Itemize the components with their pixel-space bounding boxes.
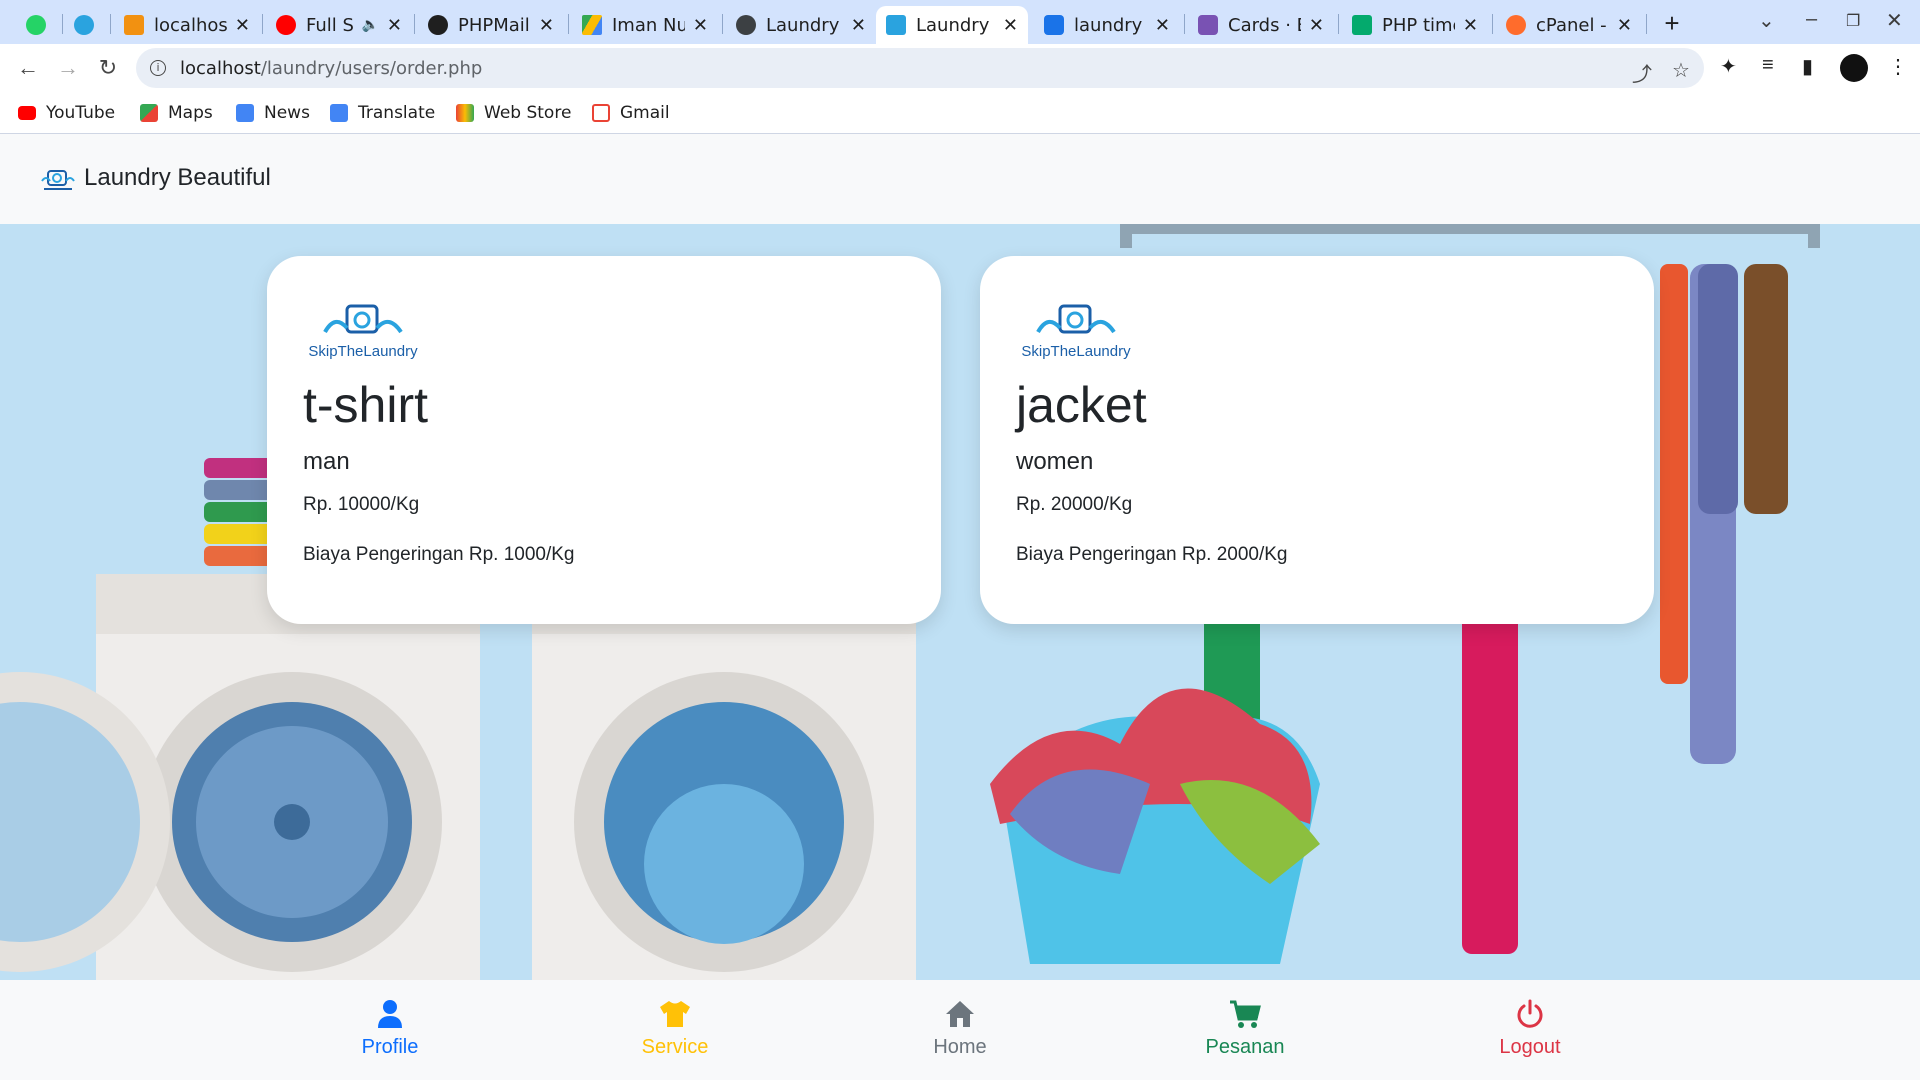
tab-youtube[interactable]: Full S 🔈 ✕: [266, 6, 412, 44]
browser-tab-strip: localhost ✕ Full S 🔈 ✕ PHPMail ✕ Iman Nu…: [0, 0, 1920, 44]
card-subtitle: women: [1016, 448, 1094, 475]
audio-icon[interactable]: 🔈: [361, 17, 378, 33]
tab-php-time[interactable]: PHP time ✕: [1342, 6, 1488, 44]
restore-icon[interactable]: ❐: [1846, 11, 1860, 31]
tab-laundry-1[interactable]: Laundry ✕: [726, 6, 876, 44]
bookmark-web-store[interactable]: Web Store: [456, 100, 571, 126]
close-icon[interactable]: ✕: [1155, 15, 1170, 36]
telegram-icon: [74, 15, 94, 35]
tab-localhost[interactable]: localhost ✕: [114, 6, 260, 44]
bookmark-youtube[interactable]: YouTube: [18, 100, 115, 126]
bookmark-gmail[interactable]: Gmail: [592, 100, 670, 126]
reading-list-icon[interactable]: ≡: [1762, 54, 1774, 77]
laundry-hero-background: SkipTheLaundry t-shirt man Rp. 10000/Kg …: [0, 224, 1920, 980]
bottom-navigation: Profile Service Home Pesanan Logout: [0, 980, 1920, 1080]
bootstrap-icon: [1198, 15, 1218, 35]
nav-service[interactable]: Service: [595, 998, 755, 1059]
card-title: t-shirt: [303, 377, 428, 433]
skipthelaundry-logo-icon: SkipTheLaundry: [1021, 304, 1131, 360]
nav-profile[interactable]: Profile: [310, 998, 470, 1059]
card-price: Rp. 20000/Kg: [1016, 494, 1133, 515]
tshirt-icon: [660, 1001, 690, 1027]
google-drive-icon: [582, 15, 602, 35]
brand-name[interactable]: Laundry Beautiful: [84, 164, 271, 192]
close-icon[interactable]: ✕: [539, 15, 554, 36]
close-icon[interactable]: ✕: [1617, 15, 1632, 36]
address-bar[interactable]: i localhost/laundry/users/order.php ⤴ ☆: [136, 48, 1704, 88]
web-store-icon: [456, 104, 474, 122]
extensions-icon[interactable]: ✦: [1720, 54, 1737, 79]
gmail-icon: [592, 104, 610, 122]
youtube-icon: [276, 15, 296, 35]
share-icon: [1044, 15, 1064, 35]
card-drying-cost: Biaya Pengeringan Rp. 1000/Kg: [303, 544, 575, 565]
w3schools-icon: [1352, 15, 1372, 35]
service-card[interactable]: SkipTheLaundry jacket women Rp. 20000/Kg…: [980, 256, 1654, 624]
close-icon[interactable]: ✕: [235, 15, 250, 36]
nav-pesanan[interactable]: Pesanan: [1165, 998, 1325, 1059]
bookmark-translate[interactable]: Translate: [330, 100, 435, 126]
side-panel-icon[interactable]: ▮: [1802, 54, 1813, 79]
bookmarks-bar: YouTube Maps News Translate Web Store Gm…: [0, 92, 1920, 134]
close-window-icon[interactable]: ✕: [1886, 8, 1903, 33]
close-icon[interactable]: ✕: [1463, 15, 1478, 36]
bookmark-star-icon[interactable]: ☆: [1672, 58, 1690, 82]
tab-bootstrap-cards[interactable]: Cards · B ✕: [1188, 6, 1334, 44]
avatar[interactable]: [1840, 54, 1868, 82]
nav-logout[interactable]: Logout: [1450, 998, 1610, 1059]
maps-icon: [140, 104, 158, 122]
power-icon: [1517, 999, 1543, 1028]
service-card[interactable]: SkipTheLaundry t-shirt man Rp. 10000/Kg …: [267, 256, 941, 624]
skipthelaundry-logo-icon: SkipTheLaundry: [308, 304, 418, 360]
svg-text:SkipTheLaundry: SkipTheLaundry: [1021, 343, 1131, 360]
app-navbar: Laundry Beautiful: [0, 134, 1920, 224]
close-icon[interactable]: ✕: [387, 15, 402, 36]
card-drying-cost: Biaya Pengeringan Rp. 2000/Kg: [1016, 544, 1288, 565]
bookmark-news[interactable]: News: [236, 100, 310, 126]
back-icon[interactable]: ←: [12, 52, 44, 84]
minimize-icon[interactable]: –: [1806, 8, 1817, 31]
tab-laundry-active[interactable]: Laundry ✕: [876, 6, 1028, 44]
nav-home[interactable]: Home: [880, 998, 1040, 1059]
tab-drive[interactable]: Iman Nu ✕: [572, 6, 718, 44]
share-icon[interactable]: ⤴: [1632, 58, 1652, 87]
globe-icon: [736, 15, 756, 35]
close-icon[interactable]: ✕: [1003, 15, 1018, 36]
bookmark-maps[interactable]: Maps: [140, 100, 213, 126]
svg-text:SkipTheLaundry: SkipTheLaundry: [308, 343, 418, 360]
translate-icon: [330, 104, 348, 122]
card-subtitle: man: [303, 448, 350, 475]
site-info-icon[interactable]: i: [150, 60, 166, 76]
card-title: jacket: [1016, 377, 1147, 433]
youtube-icon: [18, 106, 36, 120]
home-icon: [946, 1001, 974, 1027]
cpanel-icon: [1506, 15, 1526, 35]
phpmyadmin-icon: [124, 15, 144, 35]
browser-toolbar: ← → ↻ i localhost/laundry/users/order.ph…: [0, 44, 1920, 92]
github-icon: [428, 15, 448, 35]
tab-cpanel[interactable]: cPanel - ✕: [1496, 6, 1642, 44]
close-icon[interactable]: ✕: [1309, 15, 1324, 36]
tab-search-chevron-icon[interactable]: ⌄: [1758, 8, 1775, 33]
card-price: Rp. 10000/Kg: [303, 494, 420, 515]
menu-kebab-icon[interactable]: ⋮: [1888, 54, 1908, 79]
tab-laundry-share[interactable]: laundry ✕: [1034, 6, 1180, 44]
laundry-icon: [886, 15, 906, 35]
cart-icon: [1230, 1000, 1261, 1028]
laundry-logo-icon[interactable]: [40, 167, 76, 193]
tab-phpmailer[interactable]: PHPMail ✕: [418, 6, 564, 44]
reload-icon[interactable]: ↻: [92, 52, 124, 84]
person-icon: [378, 1000, 402, 1028]
whatsapp-icon: [26, 15, 46, 35]
tab-telegram[interactable]: [62, 6, 106, 44]
news-icon: [236, 104, 254, 122]
tab-whatsapp[interactable]: [14, 6, 58, 44]
url-host: localhost: [180, 57, 261, 79]
close-icon[interactable]: ✕: [693, 15, 708, 36]
forward-icon[interactable]: →: [52, 52, 84, 84]
url-path: /laundry/users/order.php: [260, 57, 483, 79]
close-icon[interactable]: ✕: [851, 15, 866, 36]
new-tab-button[interactable]: +: [1656, 8, 1688, 39]
